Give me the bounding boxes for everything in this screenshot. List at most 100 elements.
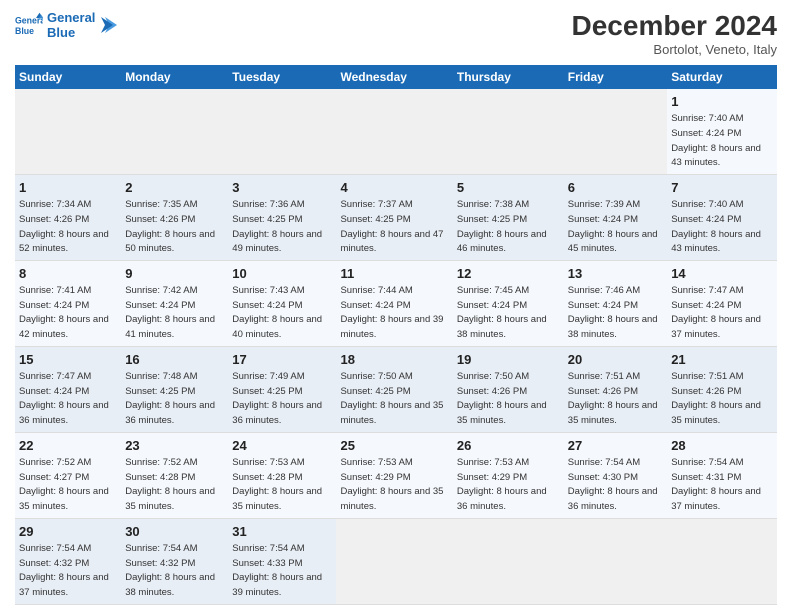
day-number: 4 (340, 179, 448, 197)
daylight: Daylight: 8 hours and 35 minutes. (568, 400, 658, 426)
daylight: Daylight: 8 hours and 36 minutes. (125, 400, 215, 426)
day-number: 7 (671, 179, 773, 197)
sunrise: Sunrise: 7:47 AM (19, 371, 91, 382)
day-number: 1 (671, 93, 773, 111)
day-cell: 20 Sunrise: 7:51 AM Sunset: 4:26 PM Dayligh… (564, 346, 667, 432)
daylight: Daylight: 8 hours and 35 minutes. (457, 400, 547, 426)
day-cell: 31Sunrise: 7:54 AMSunset: 4:33 PMDayligh… (228, 518, 336, 604)
daylight: Daylight: 8 hours and 45 minutes. (568, 229, 658, 255)
sunrise: Sunrise: 7:51 AM (568, 371, 640, 382)
sunrise: Sunrise: 7:54 AM (19, 543, 91, 554)
daylight: Daylight: 8 hours and 36 minutes. (568, 486, 658, 512)
daylight: Daylight: 8 hours and 50 minutes. (125, 229, 215, 255)
daylight: Daylight: 8 hours and 40 minutes. (232, 314, 322, 340)
sunset: Sunset: 4:27 PM (19, 472, 89, 483)
sunset: Sunset: 4:31 PM (671, 472, 741, 483)
sunrise: Sunrise: 7:47 AM (671, 285, 743, 296)
daylight: Daylight: 8 hours and 41 minutes. (125, 314, 215, 340)
day-cell (336, 518, 452, 604)
sunset: Sunset: 4:25 PM (232, 386, 302, 397)
sunset: Sunset: 4:24 PM (671, 300, 741, 311)
sunset: Sunset: 4:26 PM (568, 386, 638, 397)
sunrise: Sunrise: 7:49 AM (232, 371, 304, 382)
daylight: Daylight: 8 hours and 38 minutes. (457, 314, 547, 340)
day-cell (453, 89, 564, 174)
sunrise: Sunrise: 7:40 AM (671, 113, 743, 124)
calendar-table: SundayMondayTuesdayWednesdayThursdayFrid… (15, 65, 777, 605)
sunrise: Sunrise: 7:54 AM (232, 543, 304, 554)
day-cell: 22Sunrise: 7:52 AMSunset: 4:27 PMDayligh… (15, 432, 121, 518)
sunset: Sunset: 4:24 PM (568, 214, 638, 225)
sunset: Sunset: 4:26 PM (457, 386, 527, 397)
logo-arrow-icon (99, 15, 119, 35)
daylight: Daylight: 8 hours and 43 minutes. (671, 143, 761, 169)
header: General Blue General Blue December 2024 … (15, 10, 777, 57)
day-cell: 29Sunrise: 7:54 AMSunset: 4:32 PMDayligh… (15, 518, 121, 604)
sunset: Sunset: 4:28 PM (232, 472, 302, 483)
day-cell (121, 89, 228, 174)
daylight: Daylight: 8 hours and 46 minutes. (457, 229, 547, 255)
sunset: Sunset: 4:25 PM (340, 386, 410, 397)
day-cell: 25Sunrise: 7:53 AMSunset: 4:29 PMDayligh… (336, 432, 452, 518)
daylight: Daylight: 8 hours and 35 minutes. (340, 486, 443, 512)
day-cell: 15Sunrise: 7:47 AMSunset: 4:24 PMDayligh… (15, 346, 121, 432)
col-header-friday: Friday (564, 65, 667, 89)
daylight: Daylight: 8 hours and 49 minutes. (232, 229, 322, 255)
week-row-2: 1Sunrise: 7:34 AMSunset: 4:26 PMDaylight… (15, 174, 777, 260)
sunset: Sunset: 4:24 PM (568, 300, 638, 311)
sunset: Sunset: 4:29 PM (340, 472, 410, 483)
sunrise: Sunrise: 7:40 AM (671, 199, 743, 210)
day-cell: 8Sunrise: 7:41 AMSunset: 4:24 PMDaylight… (15, 260, 121, 346)
sunrise: Sunrise: 7:54 AM (671, 457, 743, 468)
daylight: Daylight: 8 hours and 47 minutes. (340, 229, 443, 255)
sunrise: Sunrise: 7:38 AM (457, 199, 529, 210)
day-cell: 1Sunrise: 7:34 AMSunset: 4:26 PMDaylight… (15, 174, 121, 260)
daylight: Daylight: 8 hours and 36 minutes. (19, 400, 109, 426)
sunrise: Sunrise: 7:53 AM (232, 457, 304, 468)
day-number: 23 (125, 437, 224, 455)
day-number: 1 (19, 179, 117, 197)
sunrise: Sunrise: 7:39 AM (568, 199, 640, 210)
day-cell (667, 518, 777, 604)
day-cell: 18Sunrise: 7:50 AMSunset: 4:25 PMDayligh… (336, 346, 452, 432)
day-number: 28 (671, 437, 773, 455)
sunset: Sunset: 4:32 PM (125, 558, 195, 569)
day-cell: 14Sunrise: 7:47 AMSunset: 4:24 PMDayligh… (667, 260, 777, 346)
sunset: Sunset: 4:24 PM (19, 300, 89, 311)
sunrise: Sunrise: 7:50 AM (457, 371, 529, 382)
sunset: Sunset: 4:24 PM (125, 300, 195, 311)
daylight: Daylight: 8 hours and 35 minutes. (671, 400, 761, 426)
sunset: Sunset: 4:25 PM (340, 214, 410, 225)
day-number: 20 (568, 351, 663, 369)
day-cell: 28 Sunrise: 7:54 AM Sunset: 4:31 PM Dayligh… (667, 432, 777, 518)
daylight: Daylight: 8 hours and 38 minutes. (568, 314, 658, 340)
sunrise: Sunrise: 7:50 AM (340, 371, 412, 382)
day-number: 6 (568, 179, 663, 197)
sunrise: Sunrise: 7:54 AM (125, 543, 197, 554)
daylight: Daylight: 8 hours and 39 minutes. (232, 572, 322, 598)
col-header-monday: Monday (121, 65, 228, 89)
day-number: 18 (340, 351, 448, 369)
sunrise: Sunrise: 7:35 AM (125, 199, 197, 210)
day-number: 26 (457, 437, 560, 455)
day-number: 31 (232, 523, 332, 541)
calendar-page: General Blue General Blue December 2024 … (0, 0, 792, 615)
daylight: Daylight: 8 hours and 43 minutes. (671, 229, 761, 255)
sunrise: Sunrise: 7:42 AM (125, 285, 197, 296)
day-number: 16 (125, 351, 224, 369)
sunset: Sunset: 4:29 PM (457, 472, 527, 483)
day-number: 11 (340, 265, 448, 283)
sunrise: Sunrise: 7:54 AM (568, 457, 640, 468)
svg-text:Blue: Blue (15, 26, 34, 36)
week-row-6: 29Sunrise: 7:54 AMSunset: 4:32 PMDayligh… (15, 518, 777, 604)
title-block: December 2024 Bortolot, Veneto, Italy (572, 10, 777, 57)
sunrise: Sunrise: 7:52 AM (19, 457, 91, 468)
logo-general: General (47, 10, 95, 25)
day-number: 10 (232, 265, 332, 283)
daylight: Daylight: 8 hours and 37 minutes. (671, 486, 761, 512)
day-number: 2 (125, 179, 224, 197)
col-header-tuesday: Tuesday (228, 65, 336, 89)
daylight: Daylight: 8 hours and 38 minutes. (125, 572, 215, 598)
sunset: Sunset: 4:24 PM (340, 300, 410, 311)
day-cell: 6 Sunrise: 7:39 AM Sunset: 4:24 PM Daylight… (564, 174, 667, 260)
